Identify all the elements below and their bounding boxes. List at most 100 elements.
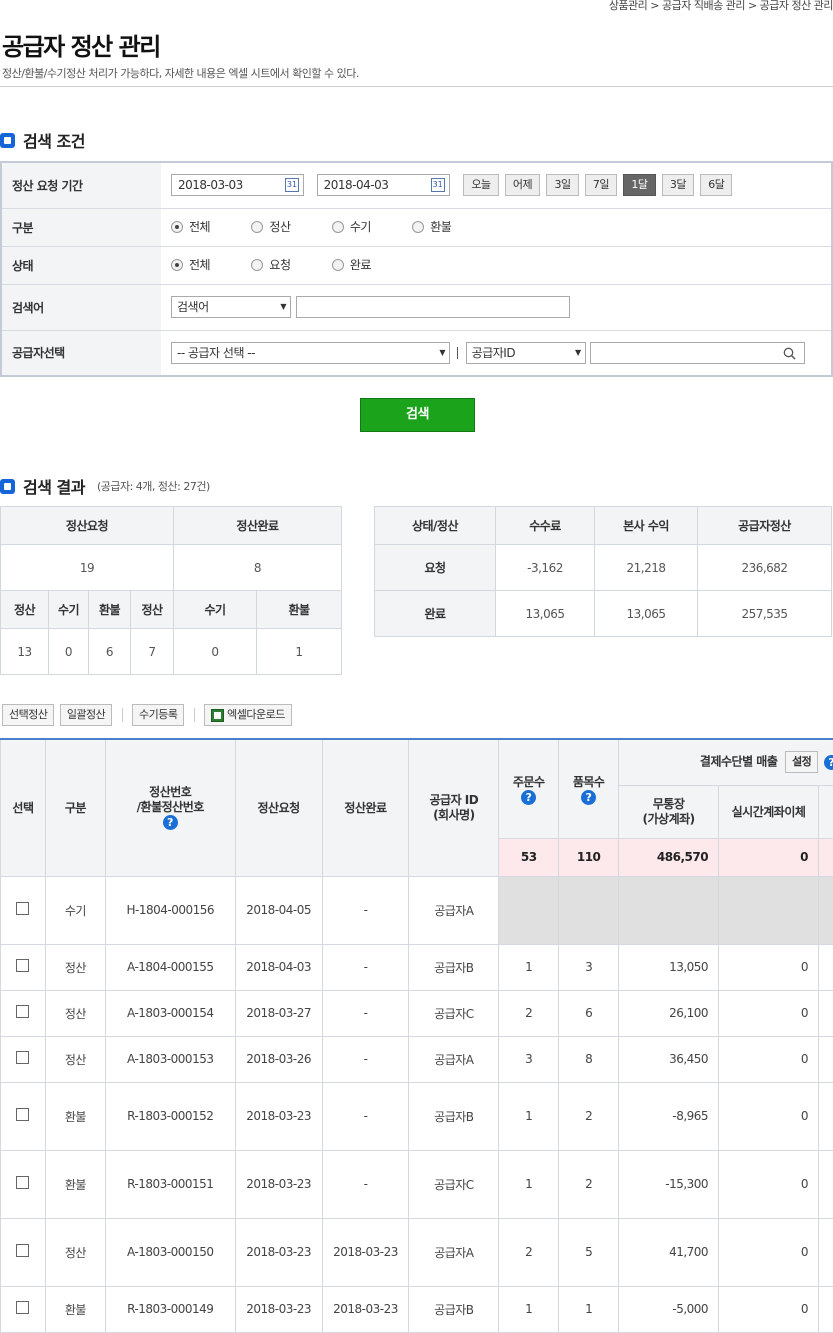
- type-radio-settle[interactable]: 정산: [251, 218, 291, 235]
- sub-value: 13: [0, 628, 49, 675]
- period-yesterday-button[interactable]: 어제: [504, 174, 541, 197]
- row-checkbox[interactable]: [16, 902, 30, 915]
- row-checkbox[interactable]: [16, 1176, 30, 1189]
- row-checkbox[interactable]: [16, 1244, 30, 1257]
- realtime-header: 실시간계좌이체: [718, 784, 819, 839]
- period-today-button[interactable]: 오늘: [463, 174, 499, 197]
- excel-download-button[interactable]: 엑셀다운로드: [204, 704, 292, 726]
- request-header: 정산요청: [0, 506, 174, 545]
- row-complete-date: -: [321, 1149, 410, 1219]
- help-icon[interactable]: ?: [824, 754, 833, 770]
- keyword-input[interactable]: [296, 296, 571, 318]
- row-supplier: 공급자C: [408, 989, 500, 1037]
- period-3day-button[interactable]: 3일: [546, 174, 579, 197]
- supplier-header: 공급자 ID (회사명): [408, 738, 500, 877]
- row-checkbox[interactable]: [16, 1005, 30, 1018]
- section-icon: [0, 478, 15, 494]
- period-label: 정산 요청 기간: [1, 162, 161, 209]
- table-row: 정산 A-1803-000154 2018-03-27 - 공급자C 2 6 2…: [0, 989, 833, 1037]
- amount-cell: 13,065: [594, 590, 698, 637]
- date-from-field[interactable]: 2018-03-03 31: [171, 174, 304, 197]
- row-items: 2: [558, 1149, 620, 1219]
- date-to-field[interactable]: 2018-04-03 31: [316, 174, 450, 197]
- period-6month-button[interactable]: 6달: [700, 174, 733, 197]
- row-request-date: 2018-03-23: [234, 1217, 323, 1287]
- result-section-label: 검색 결과: [23, 478, 85, 497]
- supplier-id-select[interactable]: 공급자ID: [465, 341, 586, 364]
- radio-label: 정산: [269, 220, 291, 235]
- breadcrumb: 상품관리 > 공급자 직배송 관리 > 공급자 정산 관리: [608, 0, 833, 12]
- radio-label: 수기: [349, 220, 372, 235]
- amount-header: 본사 수익: [594, 506, 698, 545]
- status-label: 상태: [1, 246, 161, 285]
- items-header: 품목수 ?: [558, 738, 620, 839]
- row-checkbox[interactable]: [16, 959, 30, 972]
- setting-button[interactable]: 설정: [785, 751, 819, 774]
- status-radio-complete[interactable]: 완료: [331, 256, 371, 273]
- manual-register-button[interactable]: 수기등록: [131, 704, 185, 726]
- row-request-date: 2018-04-03: [234, 943, 323, 991]
- section-icon: [0, 132, 15, 148]
- row-bank: -15,300: [618, 1149, 720, 1219]
- select-settle-button[interactable]: 선택정산: [2, 704, 55, 726]
- complete-total: 8: [173, 544, 342, 591]
- row-request-date: 2018-04-05: [234, 875, 323, 945]
- row-checkbox[interactable]: [16, 1301, 30, 1314]
- radio-icon: [251, 258, 264, 271]
- status-radio-request[interactable]: 요청: [251, 256, 291, 273]
- bank-header: 무통장 (가상계좌): [618, 784, 720, 839]
- amount-header: 상태/정산: [374, 506, 496, 545]
- status-radio-all[interactable]: 전체: [171, 256, 211, 273]
- excel-icon: [211, 708, 225, 722]
- sub-value: 1: [256, 628, 342, 675]
- row-type: 정산: [44, 943, 106, 991]
- row-complete-date: -: [321, 1035, 410, 1083]
- row-orders: 1: [498, 1149, 560, 1219]
- page-description: 정산/환불/수기정산 처리가 가능하다, 자세한 내용은 엑셀 시트에서 확인할…: [2, 67, 359, 80]
- settle-no-header: 정산번호 /환불정산번호 ?: [104, 738, 236, 877]
- keyword-type-select[interactable]: 검색어: [171, 296, 291, 318]
- help-icon[interactable]: ?: [521, 789, 537, 805]
- table-row: 환불 R-1803-000149 2018-03-23 2018-03-23 공…: [0, 1285, 833, 1333]
- row-orders: 1: [498, 1285, 560, 1333]
- row-realtime: [718, 875, 819, 945]
- row-supplier: 공급자B: [408, 943, 500, 991]
- bulk-settle-button[interactable]: 일괄정산: [59, 704, 113, 726]
- type-radio-all[interactable]: 전체: [171, 218, 211, 235]
- settlement-table: 선택 구분 정산번호 /환불정산번호 ? 정산요청 정산완료 공급자 ID (회…: [0, 738, 833, 1333]
- period-3month-button[interactable]: 3달: [661, 174, 694, 197]
- type-radio-refund[interactable]: 환불: [412, 218, 452, 235]
- amount-cell: 21,218: [594, 544, 698, 591]
- more-total: [817, 837, 833, 877]
- help-icon[interactable]: ?: [581, 789, 597, 805]
- help-icon[interactable]: ?: [162, 815, 178, 831]
- row-bank: [618, 875, 720, 945]
- table-row: 환불 R-1803-000151 2018-03-23 - 공급자C 1 2 -…: [0, 1149, 833, 1219]
- period-7day-button[interactable]: 7일: [584, 174, 618, 197]
- excel-download-label: 엑셀다운로드: [227, 708, 285, 721]
- request-date-header: 정산요청: [234, 738, 323, 877]
- row-request-date: 2018-03-26: [234, 1035, 323, 1083]
- type-radio-manual[interactable]: 수기: [331, 218, 372, 235]
- supplier-search-input[interactable]: [589, 341, 805, 364]
- row-checkbox[interactable]: [16, 1108, 30, 1121]
- period-1month-button[interactable]: 1달: [623, 174, 656, 197]
- divider: [0, 86, 833, 87]
- table-row: 정산 A-1803-000153 2018-03-26 - 공급자A 3 8 3…: [0, 1035, 833, 1083]
- row-items: 3: [558, 943, 620, 991]
- row-realtime: 0: [718, 1285, 819, 1333]
- supplier-select[interactable]: -- 공급자 선택 --: [171, 341, 450, 364]
- row-items: 8: [558, 1035, 620, 1083]
- row-supplier: 공급자A: [408, 875, 500, 945]
- search-button[interactable]: 검색: [360, 398, 475, 432]
- search-icon[interactable]: [783, 347, 796, 360]
- row-complete-date: 2018-03-23: [321, 1285, 410, 1333]
- row-items: 2: [558, 1081, 620, 1151]
- row-items: [558, 875, 620, 945]
- calendar-icon[interactable]: 31: [285, 178, 299, 193]
- calendar-icon[interactable]: 31: [430, 178, 445, 193]
- complete-date-header: 정산완료: [321, 738, 410, 877]
- row-checkbox[interactable]: [16, 1051, 30, 1064]
- table-row: 환불 R-1803-000152 2018-03-23 - 공급자B 1 2 -…: [0, 1081, 833, 1151]
- sub-value: 0: [173, 628, 257, 675]
